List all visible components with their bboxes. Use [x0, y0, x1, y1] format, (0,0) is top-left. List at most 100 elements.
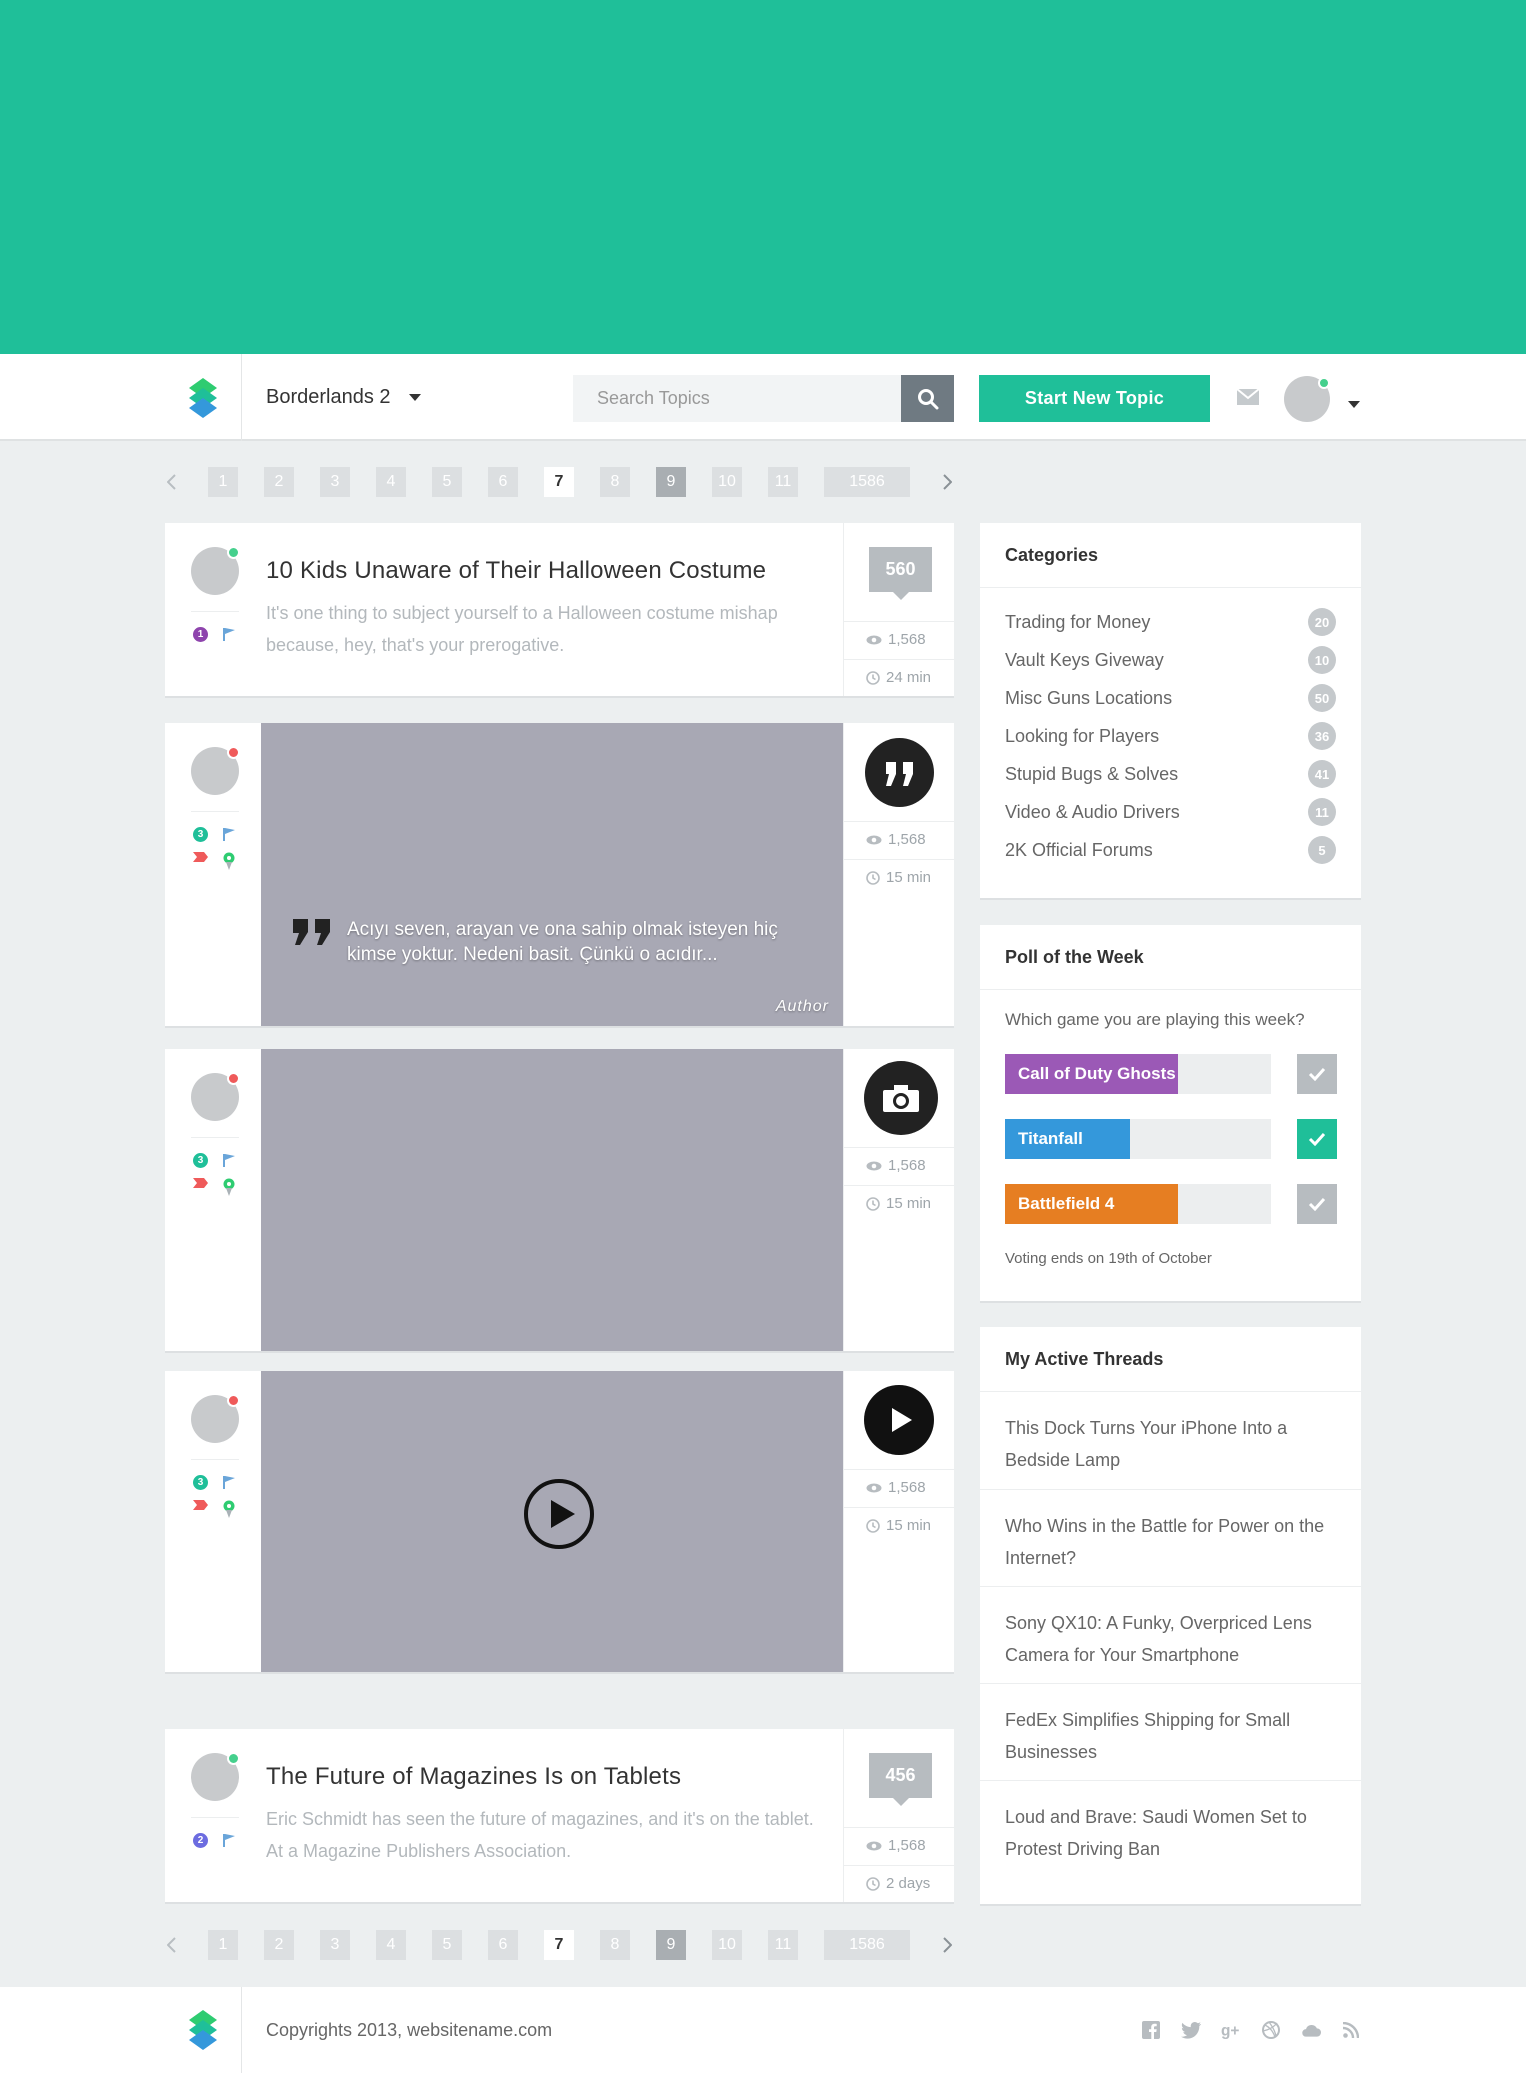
prev-page-button[interactable] [165, 467, 177, 497]
post-title[interactable]: 10 Kids Unaware of Their Halloween Costu… [266, 557, 766, 585]
divider [191, 611, 239, 612]
category-label: Looking for Players [1005, 725, 1160, 746]
search-button[interactable] [901, 375, 954, 422]
author-avatar[interactable] [191, 1394, 240, 1443]
page-last[interactable]: 1586 [824, 467, 910, 497]
category-item[interactable]: 2K Official Forums 5 [1005, 836, 1336, 864]
post-title[interactable]: The Future of Magazines Is on Tablets [266, 1763, 681, 1791]
view-count-text: 1,568 [888, 1837, 926, 1854]
page-10[interactable]: 10 [712, 467, 742, 497]
poll-option[interactable]: Battlefield 4 [1005, 1184, 1337, 1224]
page-11[interactable]: 11 [768, 467, 798, 497]
page-3[interactable]: 3 [320, 467, 350, 497]
hero-banner [0, 0, 1526, 354]
post-time: 24 min [866, 669, 931, 686]
thread-link[interactable]: This Dock Turns Your iPhone Into a Bedsi… [980, 1392, 1361, 1489]
flag-icon [223, 1476, 235, 1489]
poll-option[interactable]: Call of Duty Ghosts [1005, 1054, 1337, 1094]
divider [844, 1507, 954, 1508]
page-6[interactable]: 6 [488, 1930, 518, 1960]
category-label: Trading for Money [1005, 611, 1151, 632]
category-item[interactable]: Looking for Players 36 [1005, 722, 1336, 750]
dribbble-icon[interactable] [1261, 2020, 1281, 2040]
page-4[interactable]: 4 [376, 1930, 406, 1960]
page-1[interactable]: 1 [208, 1930, 238, 1960]
rss-icon[interactable] [1341, 2020, 1361, 2040]
post-card-video[interactable]: 3 1,568 15 min [165, 1371, 954, 1674]
page-last[interactable]: 1586 [824, 1930, 910, 1960]
panel-title: Categories [980, 523, 1361, 588]
chevron-left-icon [166, 1937, 176, 1953]
post-meta-column: 560 1,568 24 min [843, 523, 954, 696]
page-8[interactable]: 8 [600, 467, 630, 497]
poll-bar-track: Titanfall [1005, 1119, 1271, 1159]
chevron-down-icon [1348, 401, 1360, 408]
author-avatar[interactable] [191, 1072, 240, 1121]
user-avatar[interactable] [1284, 376, 1330, 422]
photo-media[interactable] [261, 1049, 843, 1351]
page-7-current[interactable]: 7 [544, 467, 574, 497]
prev-page-button[interactable] [165, 1930, 177, 1960]
logo[interactable] [165, 354, 242, 441]
page-9[interactable]: 9 [656, 467, 686, 497]
divider [191, 811, 239, 812]
author-avatar[interactable] [191, 546, 240, 595]
twitter-icon[interactable] [1181, 2020, 1201, 2040]
page-2[interactable]: 2 [264, 467, 294, 497]
start-new-topic-button[interactable]: Start New Topic [979, 375, 1210, 422]
author-avatar[interactable] [191, 1752, 240, 1801]
post-card-photo[interactable]: 3 1,568 15 min [165, 1049, 954, 1353]
category-item[interactable]: Trading for Money 20 [1005, 608, 1336, 636]
vote-checkbox[interactable] [1297, 1184, 1337, 1224]
page-10[interactable]: 10 [712, 1930, 742, 1960]
poll-panel: Poll of the Week Which game you are play… [980, 925, 1361, 1303]
page-6[interactable]: 6 [488, 467, 518, 497]
vote-checkbox[interactable] [1297, 1054, 1337, 1094]
level-badge: 1 [193, 627, 208, 642]
page-9[interactable]: 9 [656, 1930, 686, 1960]
page-5[interactable]: 5 [432, 467, 462, 497]
category-item[interactable]: Stupid Bugs & Solves 41 [1005, 760, 1336, 788]
eye-icon [866, 835, 882, 844]
page-5[interactable]: 5 [432, 1930, 462, 1960]
play-button-overlay[interactable] [523, 1478, 595, 1550]
thread-link[interactable]: Who Wins in the Battle for Power on the … [980, 1489, 1361, 1586]
post-author-column: 3 [165, 1371, 261, 1672]
cloud-icon[interactable] [1301, 2020, 1321, 2040]
poll-option[interactable]: Titanfall [1005, 1119, 1337, 1159]
next-page-button[interactable] [941, 467, 953, 497]
category-item[interactable]: Video & Audio Drivers 11 [1005, 798, 1336, 826]
page-11[interactable]: 11 [768, 1930, 798, 1960]
next-page-button[interactable] [941, 1930, 953, 1960]
thread-link[interactable]: Sony QX10: A Funky, Overpriced Lens Came… [980, 1586, 1361, 1683]
post-card[interactable]: 2 The Future of Magazines Is on Tablets … [165, 1729, 954, 1904]
chevron-down-icon [408, 394, 421, 401]
quote-media: Acıyı seven, arayan ve ona sahip olmak i… [261, 723, 843, 1026]
page-3[interactable]: 3 [320, 1930, 350, 1960]
page-8[interactable]: 8 [600, 1930, 630, 1960]
flag-icon [223, 628, 235, 641]
eye-icon [866, 1161, 882, 1170]
vote-checkbox[interactable] [1297, 1119, 1337, 1159]
facebook-icon[interactable] [1141, 2020, 1161, 2040]
category-item[interactable]: Misc Guns Locations 50 [1005, 684, 1336, 712]
post-card[interactable]: 1 10 Kids Unaware of Their Halloween Cos… [165, 523, 954, 698]
user-menu-toggle[interactable] [1348, 395, 1360, 413]
page-1[interactable]: 1 [208, 467, 238, 497]
thread-link[interactable]: FedEx Simplifies Shipping for Small Busi… [980, 1683, 1361, 1780]
page-2[interactable]: 2 [264, 1930, 294, 1960]
search-input[interactable] [573, 375, 901, 422]
google-plus-icon[interactable]: g+ [1221, 2020, 1241, 2040]
post-card-quote[interactable]: 3 Acıyı seven, arayan ve ona sahip olmak… [165, 723, 954, 1028]
thread-link[interactable]: Loud and Brave: Saudi Women Set to Prote… [980, 1780, 1361, 1877]
category-item[interactable]: Vault Keys Giveway 10 [1005, 646, 1336, 674]
post-meta-column: 1,568 15 min [843, 1049, 954, 1351]
page-4[interactable]: 4 [376, 467, 406, 497]
forum-dropdown[interactable]: Borderlands 2 [266, 354, 421, 441]
author-avatar[interactable] [191, 746, 240, 795]
view-count-text: 1,568 [888, 831, 926, 848]
footer-logo[interactable] [165, 1987, 242, 2073]
mail-button[interactable] [1236, 388, 1260, 410]
page-7-current[interactable]: 7 [544, 1930, 574, 1960]
post-meta-column: 456 1,568 2 days [843, 1729, 954, 1902]
